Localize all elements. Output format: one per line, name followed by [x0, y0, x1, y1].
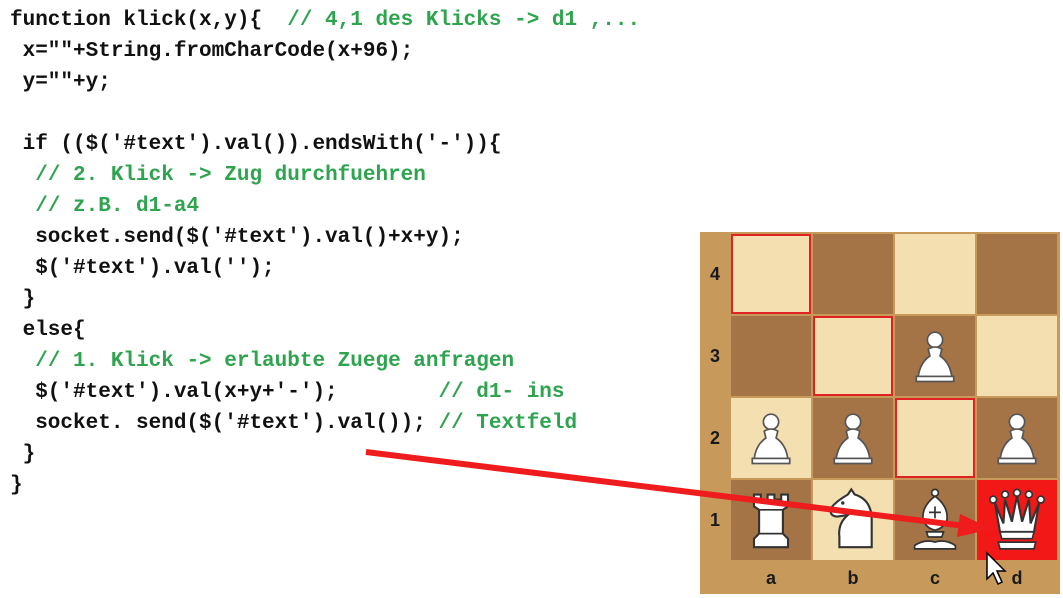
square-b3[interactable]: [813, 316, 893, 396]
white-pawn-icon: [819, 404, 887, 472]
white-pawn-icon: [901, 322, 969, 390]
code-comment: // 1. Klick -> erlaubte Zuege anfragen: [35, 350, 515, 373]
code-listing: function klick(x,y){ // 4,1 des Klicks -…: [0, 0, 700, 598]
code-line: }: [10, 440, 36, 470]
square-a2[interactable]: [731, 398, 811, 478]
code-line: socket.send($('#text').val()+x+y);: [10, 223, 464, 253]
code-line: }: [10, 471, 23, 501]
square-c3[interactable]: [895, 316, 975, 396]
code-comment: // 2. Klick -> Zug durchfuehren: [35, 164, 426, 187]
square-d4[interactable]: [977, 234, 1057, 314]
white-queen-icon: [983, 486, 1051, 554]
square-b2[interactable]: [813, 398, 893, 478]
code-comment: // 4,1 des Klicks -> d1 ,...: [287, 9, 641, 32]
square-b1[interactable]: [813, 480, 893, 560]
code-text: }: [10, 474, 23, 497]
square-d2[interactable]: [977, 398, 1057, 478]
file-label: c: [929, 568, 940, 588]
rank-label: 4: [709, 264, 720, 284]
square-c4[interactable]: [895, 234, 975, 314]
square-d3[interactable]: [977, 316, 1057, 396]
square-b4[interactable]: [813, 234, 893, 314]
code-text: socket. send($('#text').val());: [10, 412, 439, 435]
square-a3[interactable]: [731, 316, 811, 396]
code-comment: // d1- ins: [438, 381, 565, 404]
code-line: if (($('#text').val()).endsWith('-')){: [10, 130, 502, 160]
white-bishop-icon: [901, 486, 969, 554]
code-line: // 2. Klick -> Zug durchfuehren: [10, 161, 426, 191]
white-rook-icon: [737, 486, 805, 554]
white-knight-icon: [819, 486, 887, 554]
square-a1[interactable]: [731, 480, 811, 560]
rank-label: 2: [709, 428, 720, 448]
square-a4[interactable]: [731, 234, 811, 314]
code-text: else{: [10, 319, 86, 342]
code-line: else{: [10, 316, 86, 346]
square-d1[interactable]: [977, 480, 1057, 560]
square-c2[interactable]: [895, 398, 975, 478]
file-label: d: [1011, 568, 1023, 588]
code-text: }: [10, 288, 36, 311]
code-text: $('#text').val('');: [10, 257, 275, 280]
code-line: // z.B. d1-a4: [10, 192, 199, 222]
code-line: socket. send($('#text').val()); // Textf…: [10, 409, 577, 439]
code-line: x=""+String.fromCharCode(x+96);: [10, 37, 414, 67]
code-text: socket.send($('#text').val()+x+y);: [10, 226, 464, 249]
code-text: y=""+y;: [10, 71, 111, 94]
code-text: }: [10, 443, 36, 466]
code-text: x=""+String.fromCharCode(x+96);: [10, 40, 414, 63]
code-line: }: [10, 285, 36, 315]
file-label: b: [847, 568, 859, 588]
code-comment: // Textfeld: [438, 412, 578, 435]
square-c1[interactable]: [895, 480, 975, 560]
white-pawn-icon: [983, 404, 1051, 472]
code-comment: // z.B. d1-a4: [35, 195, 200, 218]
chess-board: 4 3 2 1 a b c d: [700, 232, 1060, 594]
code-line: $('#text').val('');: [10, 254, 275, 284]
code-text: $('#text').val(x+y+'-');: [10, 381, 439, 404]
file-label: a: [765, 568, 776, 588]
code-text: function klick(x,y){: [10, 9, 288, 32]
code-line: y=""+y;: [10, 68, 111, 98]
white-pawn-icon: [737, 404, 805, 472]
code-line: function klick(x,y){ // 4,1 des Klicks -…: [10, 6, 640, 36]
rank-label: 3: [709, 346, 720, 366]
code-line: $('#text').val(x+y+'-'); // d1- ins: [10, 378, 565, 408]
rank-label: 1: [709, 510, 720, 530]
code-line: // 1. Klick -> erlaubte Zuege anfragen: [10, 347, 514, 377]
code-text: if (($('#text').val()).endsWith('-')){: [10, 133, 502, 156]
